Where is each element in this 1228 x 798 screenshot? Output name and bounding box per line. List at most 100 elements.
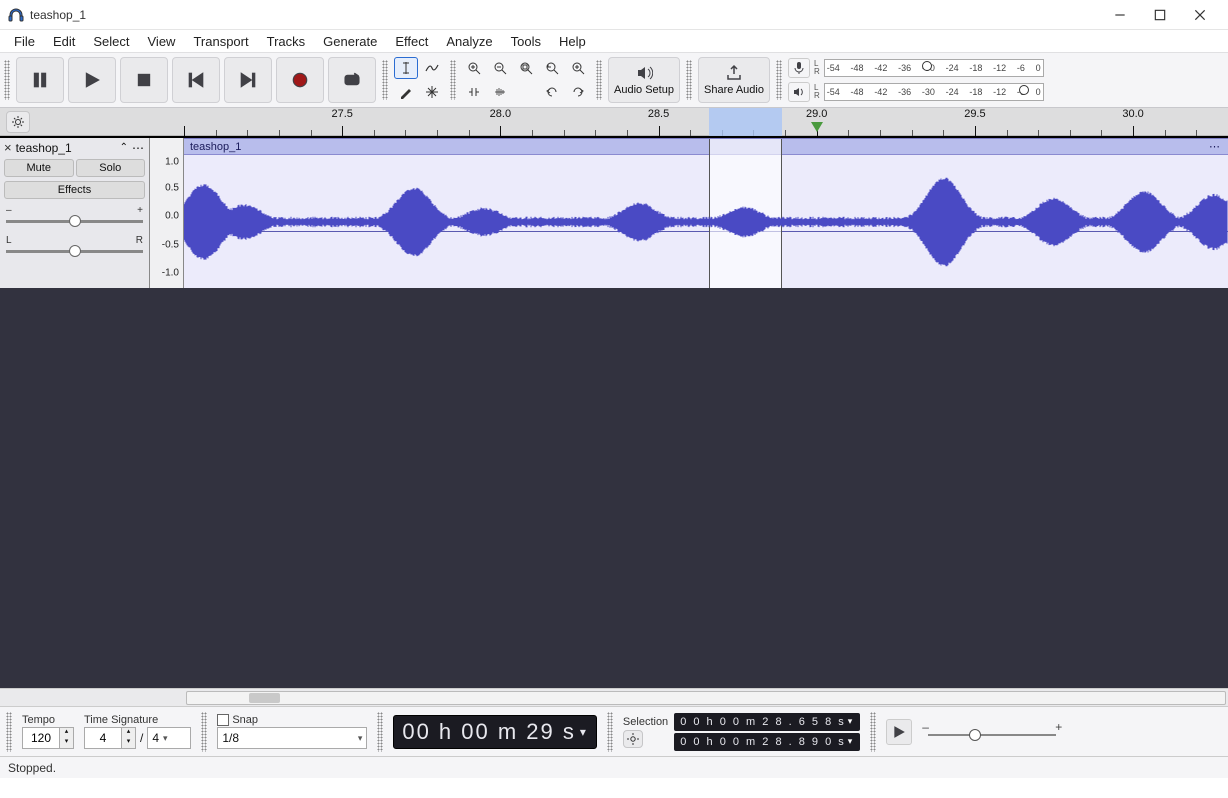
envelope-tool-button[interactable] bbox=[420, 57, 444, 79]
record-button[interactable] bbox=[276, 57, 324, 103]
skip-start-button[interactable] bbox=[172, 57, 220, 103]
pan-slider[interactable]: LR bbox=[0, 231, 149, 261]
audio-setup-label: Audio Setup bbox=[614, 84, 674, 96]
playback-speed-slider[interactable]: –+ bbox=[922, 722, 1062, 742]
grip-icon[interactable] bbox=[607, 712, 613, 752]
playback-meter[interactable]: -54-48-42-36-30-24-18-12-60 bbox=[824, 83, 1044, 101]
grip-icon[interactable] bbox=[4, 60, 10, 100]
stop-button[interactable] bbox=[120, 57, 168, 103]
recording-meter[interactable]: -54-48-42-36-30-24-18-12-60 bbox=[824, 59, 1044, 77]
fit-selection-button[interactable] bbox=[514, 57, 538, 79]
selection-settings-button[interactable] bbox=[623, 730, 643, 748]
selection-start-display[interactable]: 0 0 h 0 0 m 2 8 . 6 5 8 s▾ bbox=[674, 713, 860, 731]
fit-project-button[interactable] bbox=[540, 57, 564, 79]
empty-track-space[interactable] bbox=[0, 288, 1228, 688]
track-name[interactable]: teashop_1 bbox=[16, 141, 116, 155]
timesig-den-select[interactable]: 4▾ bbox=[147, 727, 191, 749]
menu-tools[interactable]: Tools bbox=[503, 32, 549, 51]
clip-menu-button[interactable]: ⋯ bbox=[1209, 140, 1222, 153]
statusbar: Stopped. bbox=[0, 756, 1228, 778]
snap-checkbox[interactable] bbox=[217, 714, 229, 726]
timeline-settings-button[interactable] bbox=[6, 111, 30, 133]
selection-end-display[interactable]: 0 0 h 0 0 m 2 8 . 8 9 0 s▾ bbox=[674, 733, 860, 751]
menu-generate[interactable]: Generate bbox=[315, 32, 385, 51]
gain-slider[interactable]: –+ bbox=[0, 201, 149, 231]
clip-header[interactable]: teashop_1 ⋯ bbox=[184, 139, 1228, 155]
window-title: teashop_1 bbox=[30, 8, 86, 22]
skip-end-button[interactable] bbox=[224, 57, 272, 103]
menu-edit[interactable]: Edit bbox=[45, 32, 83, 51]
play-button[interactable] bbox=[68, 57, 116, 103]
menu-effect[interactable]: Effect bbox=[387, 32, 436, 51]
track-collapse-button[interactable]: ⌃ bbox=[120, 142, 128, 153]
timeline-ruler[interactable]: 27.528.028.529.029.530.0 bbox=[154, 108, 1228, 136]
snap-select[interactable]: 1/8▾ bbox=[217, 727, 367, 749]
waveform-area[interactable]: teashop_1 ⋯ bbox=[184, 138, 1228, 288]
selection-label: Selection bbox=[623, 716, 668, 728]
loop-button[interactable] bbox=[328, 57, 376, 103]
vertical-scale[interactable]: 1.0 0.5 0.0 -0.5 -1.0 bbox=[150, 138, 184, 288]
horizontal-scrollbar[interactable] bbox=[186, 691, 1226, 705]
audio-setup-button[interactable]: Audio Setup bbox=[608, 57, 680, 103]
zoom-out-button[interactable] bbox=[488, 57, 512, 79]
menu-file[interactable]: File bbox=[6, 32, 43, 51]
edit-tools bbox=[394, 57, 444, 103]
zoom-toggle-button[interactable] bbox=[566, 57, 590, 79]
menu-select[interactable]: Select bbox=[85, 32, 137, 51]
maximize-button[interactable] bbox=[1140, 0, 1180, 30]
menu-transport[interactable]: Transport bbox=[185, 32, 256, 51]
menu-analyze[interactable]: Analyze bbox=[438, 32, 500, 51]
share-audio-button[interactable]: Share Audio bbox=[698, 57, 770, 103]
time-display[interactable]: 00 h 00 m 29 s▾ bbox=[393, 715, 597, 749]
tempo-spinner[interactable]: ▴▾ bbox=[22, 727, 74, 749]
waveform-svg bbox=[184, 155, 1228, 289]
play-at-speed-button[interactable] bbox=[886, 719, 912, 745]
undo-button[interactable] bbox=[540, 81, 564, 103]
menu-view[interactable]: View bbox=[140, 32, 184, 51]
timesig-num-spinner[interactable]: ▴▾ bbox=[84, 727, 136, 749]
tempo-label: Tempo bbox=[22, 714, 74, 726]
multi-tool-button[interactable] bbox=[420, 81, 444, 103]
grip-icon[interactable] bbox=[201, 712, 207, 752]
meters: LR -54-48-42-36-30-24-18-12-60 LR -54-48… bbox=[788, 57, 1044, 103]
meter-lr-labels: LR bbox=[814, 84, 820, 100]
solo-button[interactable]: Solo bbox=[76, 159, 146, 177]
redo-button[interactable] bbox=[566, 81, 590, 103]
selection-tool-button[interactable] bbox=[394, 57, 418, 79]
tempo-input[interactable] bbox=[23, 728, 59, 748]
clip-name: teashop_1 bbox=[190, 141, 241, 153]
menu-tracks[interactable]: Tracks bbox=[259, 32, 314, 51]
grip-icon[interactable] bbox=[377, 712, 383, 752]
grip-icon[interactable] bbox=[596, 60, 602, 100]
menubar: File Edit Select View Transport Tracks G… bbox=[0, 30, 1228, 52]
spacer-icon bbox=[514, 81, 538, 103]
bottom-toolbar: Tempo ▴▾ Time Signature ▴▾ / 4▾ Snap 1/8… bbox=[0, 706, 1228, 756]
track-menu-button[interactable]: ⋯ bbox=[132, 141, 145, 155]
window-controls bbox=[1100, 0, 1220, 30]
track-close-button[interactable]: × bbox=[4, 140, 12, 155]
speaker-icon[interactable] bbox=[788, 82, 810, 102]
draw-tool-button[interactable] bbox=[394, 81, 418, 103]
timesig-num-input[interactable] bbox=[85, 728, 121, 748]
trim-outside-button[interactable] bbox=[462, 81, 486, 103]
grip-icon[interactable] bbox=[870, 712, 876, 752]
snap-label: Snap bbox=[232, 714, 258, 726]
scrollbar-thumb[interactable] bbox=[249, 693, 280, 703]
meter-lr-labels: LR bbox=[814, 60, 820, 76]
grip-icon[interactable] bbox=[382, 60, 388, 100]
grip-icon[interactable] bbox=[776, 60, 782, 100]
grip-icon[interactable] bbox=[450, 60, 456, 100]
pause-button[interactable] bbox=[16, 57, 64, 103]
effects-button[interactable]: Effects bbox=[4, 181, 145, 199]
grip-icon[interactable] bbox=[6, 712, 12, 752]
mic-icon[interactable] bbox=[788, 58, 810, 78]
mute-button[interactable]: Mute bbox=[4, 159, 74, 177]
timesig-label: Time Signature bbox=[84, 714, 191, 726]
minimize-button[interactable] bbox=[1100, 0, 1140, 30]
silence-selection-button[interactable] bbox=[488, 81, 512, 103]
menu-help[interactable]: Help bbox=[551, 32, 594, 51]
close-button[interactable] bbox=[1180, 0, 1220, 30]
grip-icon[interactable] bbox=[686, 60, 692, 100]
zoom-tools bbox=[462, 57, 590, 103]
zoom-in-button[interactable] bbox=[462, 57, 486, 79]
